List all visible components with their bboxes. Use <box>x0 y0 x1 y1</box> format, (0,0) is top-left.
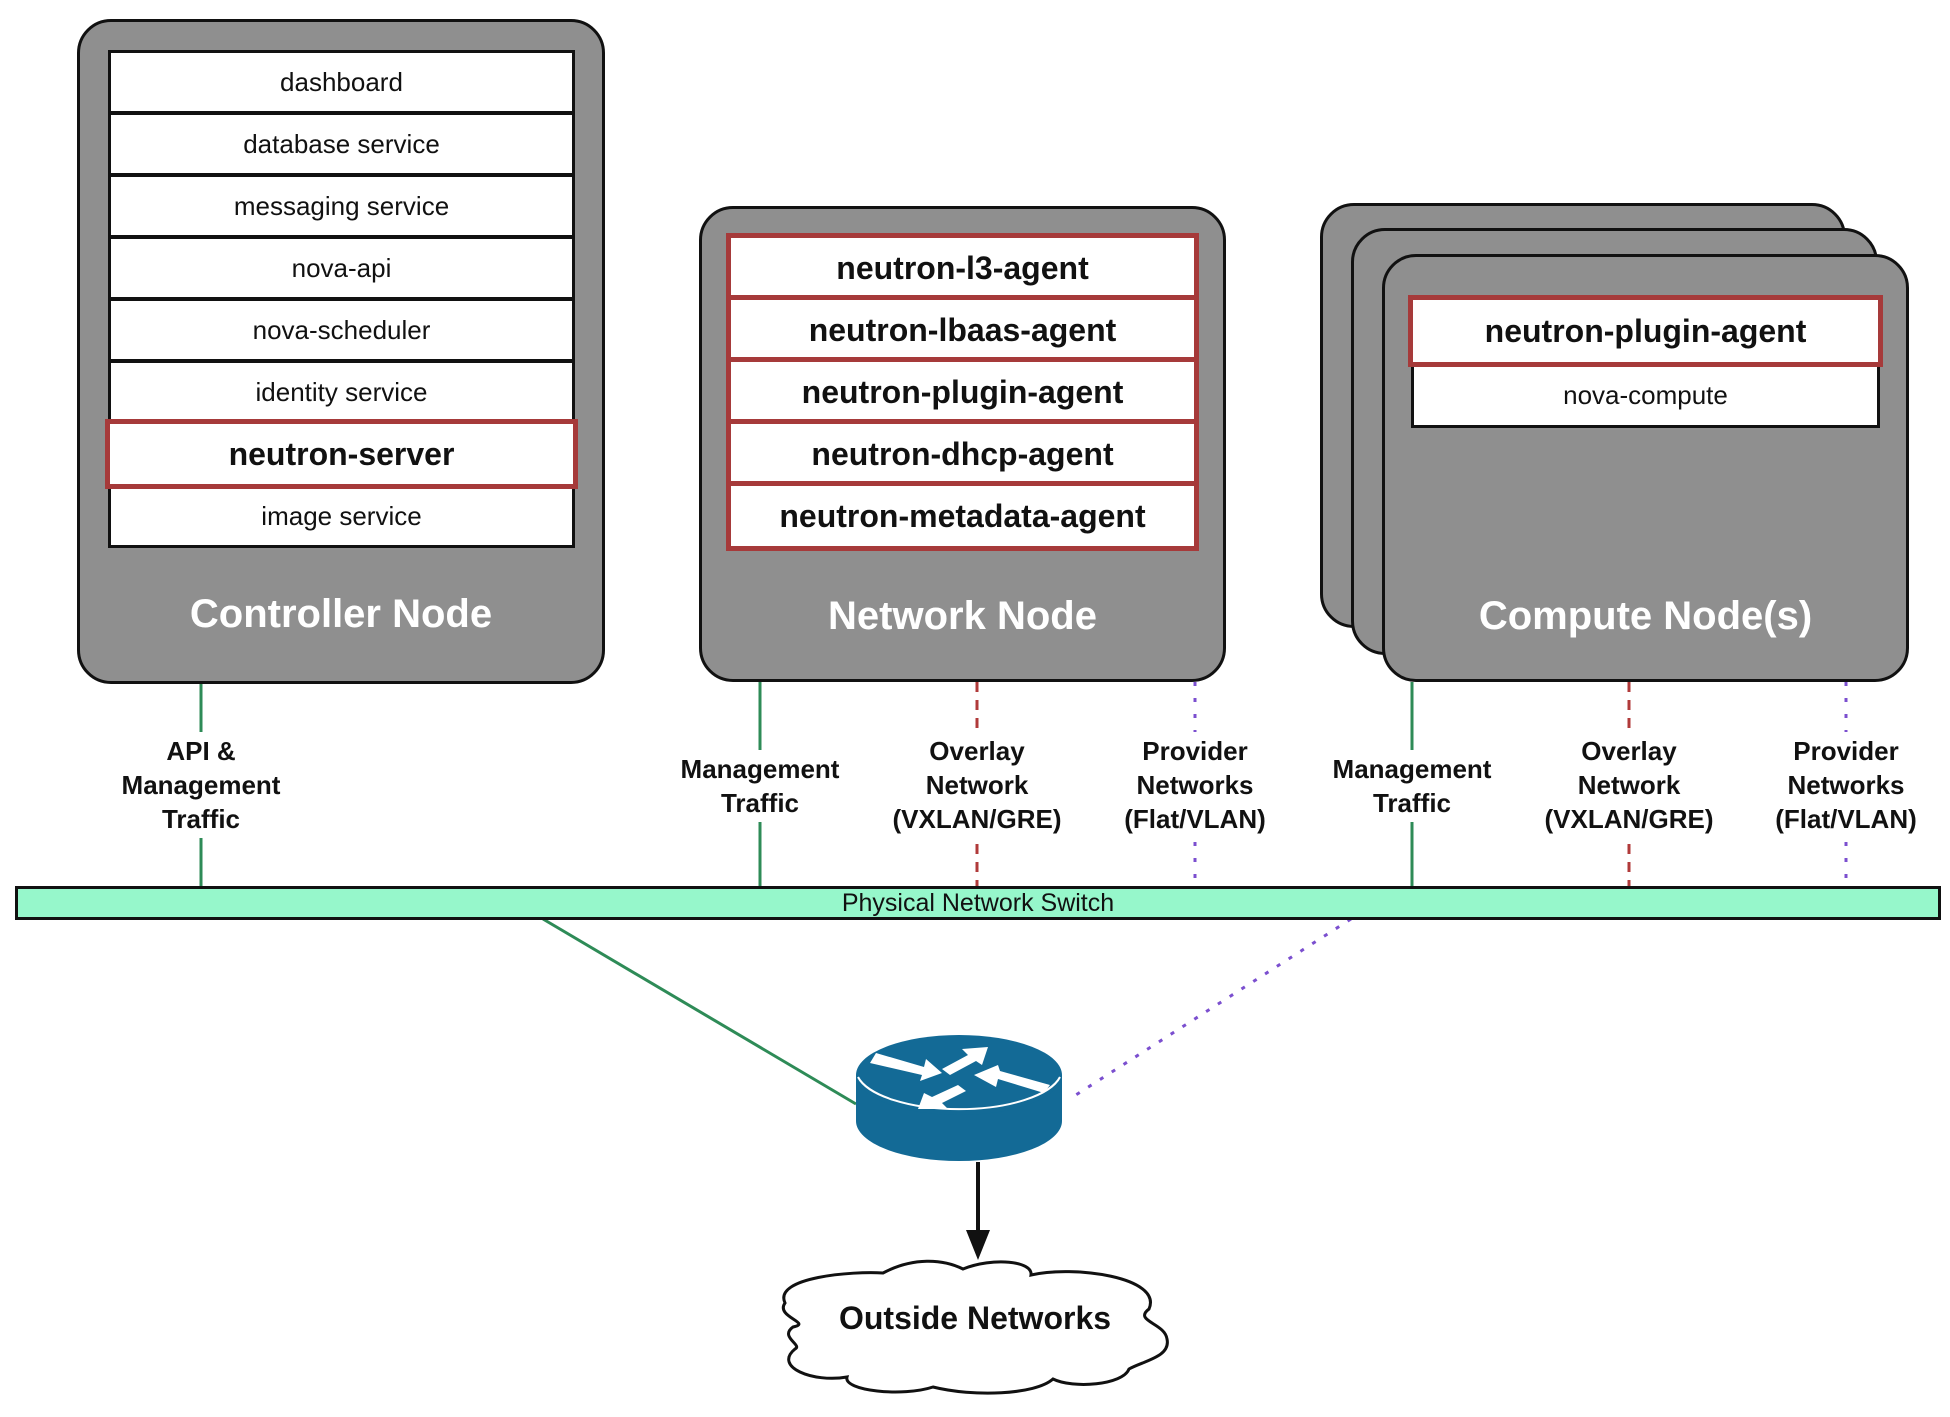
service-neutron-lbaas-agent: neutron-lbaas-agent <box>726 295 1199 365</box>
service-neutron-server: neutron-server <box>105 419 578 489</box>
label-line: API & <box>166 736 236 766</box>
service-neutron-l3-agent: neutron-l3-agent <box>726 233 1199 303</box>
network-overlay-label: Overlay Network (VXLAN/GRE) <box>892 732 1062 838</box>
label-line: Traffic <box>720 788 800 818</box>
label-line: Management <box>1332 754 1492 784</box>
service-image-service: image service <box>108 484 575 548</box>
compute-overlay-label: Overlay Network (VXLAN/GRE) <box>1544 732 1714 838</box>
switch-router-provider-line <box>1067 917 1352 1102</box>
service-dashboard: dashboard <box>108 50 575 114</box>
label-line: Management <box>121 770 281 800</box>
label-line: Network <box>1577 770 1681 800</box>
compute-provider-label: Provider Networks (Flat/VLAN) <box>1775 732 1917 838</box>
service-neutron-metadata-agent: neutron-metadata-agent <box>726 481 1199 551</box>
label-line: Provider <box>1793 736 1899 766</box>
label-line: (VXLAN/GRE) <box>1544 804 1714 834</box>
service-neutron-plugin-agent: neutron-plugin-agent <box>726 357 1199 427</box>
service-nova-api: nova-api <box>108 236 575 300</box>
controller-api-label: API & Management Traffic <box>121 732 281 838</box>
router-icon <box>856 1035 1062 1161</box>
label-line: (Flat/VLAN) <box>1124 804 1266 834</box>
label-line: (VXLAN/GRE) <box>892 804 1062 834</box>
label-line: Overlay <box>929 736 1025 766</box>
label-line: Networks <box>1787 770 1905 800</box>
service-nova-scheduler: nova-scheduler <box>108 298 575 362</box>
network-provider-label: Provider Networks (Flat/VLAN) <box>1124 732 1266 838</box>
label-line: (Flat/VLAN) <box>1775 804 1917 834</box>
label-line: Traffic <box>161 804 241 834</box>
service-identity-service: identity service <box>108 360 575 424</box>
service-neutron-dhcp-agent: neutron-dhcp-agent <box>726 419 1199 489</box>
network-management-label: Management Traffic <box>680 750 840 822</box>
label-line: Overlay <box>1581 736 1677 766</box>
service-nova-compute: nova-compute <box>1411 362 1880 428</box>
label-line: Networks <box>1136 770 1254 800</box>
arrow-head-icon <box>966 1230 990 1260</box>
label-line: Management <box>680 754 840 784</box>
compute-node-title: Compute Node(s) <box>1478 594 1813 638</box>
label-line: Traffic <box>1372 788 1452 818</box>
switch-router-management-line <box>542 917 857 1106</box>
controller-node-title: Controller Node <box>189 592 493 636</box>
service-neutron-plugin-agent: neutron-plugin-agent <box>1408 295 1883 367</box>
label-line: Provider <box>1142 736 1248 766</box>
outside-networks-label: Outside Networks <box>838 1300 1112 1336</box>
physical-network-switch: Physical Network Switch <box>15 886 1941 920</box>
service-messaging-service: messaging service <box>108 174 575 238</box>
label-line: Network <box>925 770 1029 800</box>
network-node-title: Network Node <box>828 594 1097 638</box>
service-database-service: database service <box>108 112 575 176</box>
compute-management-label: Management Traffic <box>1332 750 1492 822</box>
